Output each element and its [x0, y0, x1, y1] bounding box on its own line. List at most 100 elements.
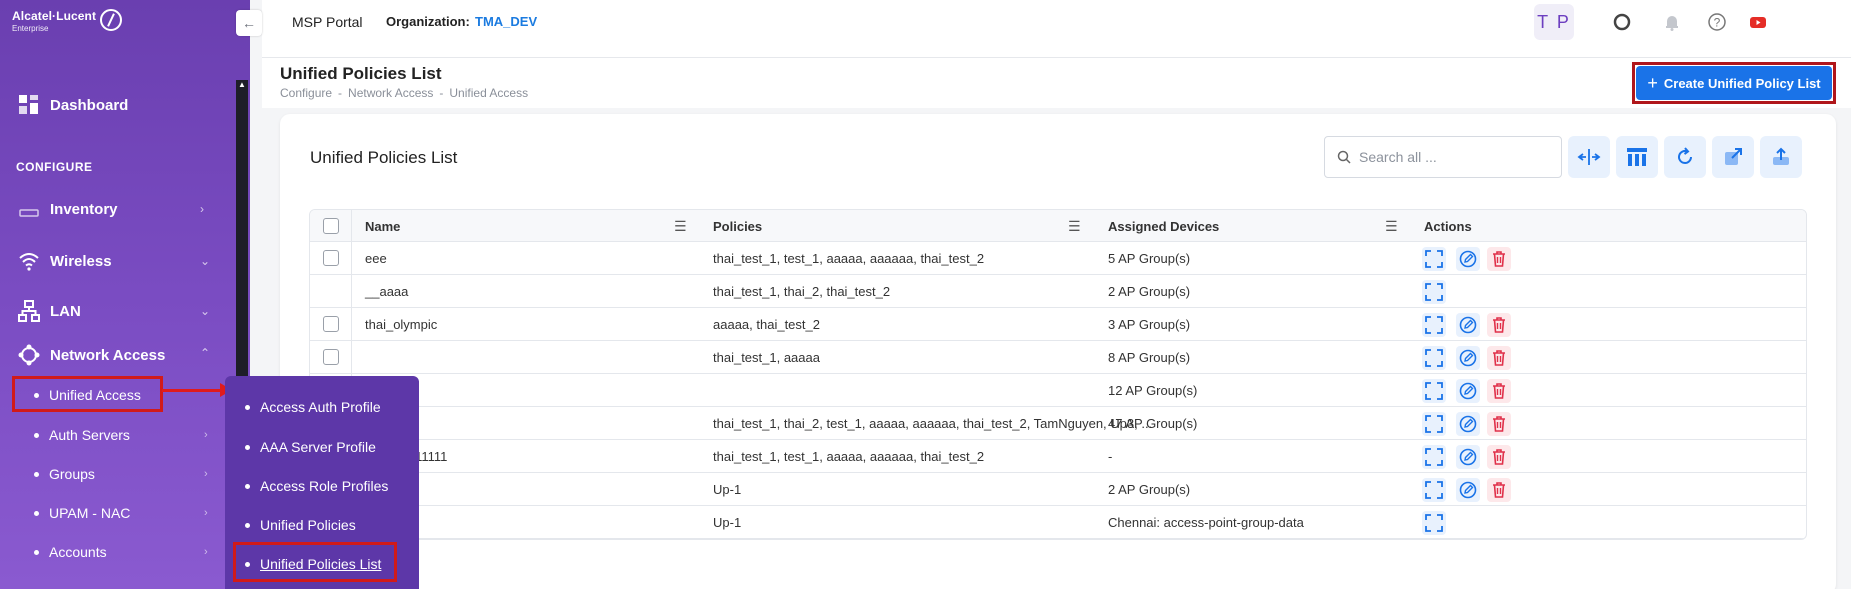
sidebar-subitem-accounts[interactable]: Accounts	[34, 544, 107, 560]
breadcrumb-network-access[interactable]: Network Access	[348, 86, 433, 100]
sidebar-item-network-access[interactable]: Network Access	[18, 344, 165, 366]
scroll-up-icon[interactable]: ▲	[236, 80, 248, 90]
breadcrumb-configure[interactable]: Configure	[280, 86, 332, 100]
view-button[interactable]	[1422, 247, 1446, 271]
sidebar-subitem-groups[interactable]: Groups	[34, 466, 95, 482]
refresh-status-icon[interactable]	[1612, 12, 1632, 32]
delete-button[interactable]	[1487, 478, 1511, 502]
edit-button[interactable]	[1456, 412, 1480, 436]
user-avatar[interactable]: T P	[1534, 4, 1574, 40]
column-menu-icon[interactable]: ☰	[1385, 218, 1398, 235]
edit-button[interactable]	[1456, 313, 1480, 337]
view-button[interactable]	[1422, 511, 1446, 535]
sidebar-item-dashboard[interactable]: Dashboard	[18, 94, 128, 116]
sidebar-item-label: Dashboard	[50, 96, 129, 114]
breadcrumb: Configure - Network Access - Unified Acc…	[280, 86, 528, 100]
edit-button[interactable]	[1456, 247, 1480, 271]
sidebar-subitem-auth-servers[interactable]: Auth Servers	[34, 427, 130, 443]
delete-button[interactable]	[1487, 445, 1511, 469]
checkbox-column	[310, 242, 352, 274]
table-row[interactable]: stUp-12 AP Group(s)	[310, 473, 1806, 506]
breadcrumb-separator: -	[439, 86, 444, 100]
sidebar-item-wireless[interactable]: Wireless	[18, 250, 112, 272]
table-row[interactable]: thai_test_1, aaaaa 8 AP Group(s)	[310, 341, 1806, 374]
bell-icon[interactable]	[1662, 12, 1682, 32]
subitem-label: Accounts	[49, 544, 107, 560]
table-row[interactable]: __aaaa thai_test_1, thai_2, thai_test_2 2 …	[310, 275, 1806, 308]
view-button[interactable]	[1422, 412, 1446, 436]
row-checkbox[interactable]	[323, 316, 339, 332]
edit-button[interactable]	[1456, 445, 1480, 469]
sidebar-subitem-upam-nac[interactable]: UPAM - NAC	[34, 505, 130, 521]
sidebar-item-lan[interactable]: LAN	[18, 300, 81, 322]
cell-name: eee	[365, 251, 387, 266]
cell-name: thai_olympic	[365, 317, 438, 332]
column-header-assigned-devices[interactable]: Assigned Devices	[1108, 219, 1219, 234]
trash-icon	[1493, 251, 1505, 267]
open-external-button[interactable]	[1712, 136, 1754, 178]
table-row[interactable]: eee thai_test_1, test_1, aaaaa, aaaaaa, t…	[310, 242, 1806, 275]
flyout-item-label: Access Auth Profile	[260, 399, 381, 415]
column-menu-icon[interactable]: ☰	[674, 218, 687, 235]
lan-icon	[18, 300, 40, 322]
chevron-down-icon: ⌄	[200, 254, 211, 268]
column-header-name[interactable]: Name	[365, 219, 400, 234]
view-button[interactable]	[1422, 346, 1446, 370]
search-box[interactable]	[1324, 136, 1562, 178]
flyout-item-unified-policies[interactable]: Unified Policies	[245, 517, 356, 533]
delete-button[interactable]	[1487, 346, 1511, 370]
view-button[interactable]	[1422, 280, 1446, 304]
company-logo[interactable]: Alcatel·Lucent Enterprise	[12, 9, 142, 39]
external-link-icon	[1725, 148, 1742, 165]
card-title: Unified Policies List	[310, 148, 458, 167]
view-button[interactable]	[1422, 478, 1446, 502]
expand-view-icon	[1425, 415, 1443, 433]
bullet-icon	[245, 444, 250, 450]
section-label-configure: CONFIGURE	[16, 160, 93, 174]
organization-value[interactable]: TMA_DEV	[475, 14, 537, 29]
fit-columns-button[interactable]	[1568, 136, 1610, 178]
export-button[interactable]	[1760, 136, 1802, 178]
delete-button[interactable]	[1487, 379, 1511, 403]
flyout-item-aaa-server-profile[interactable]: AAA Server Profile	[245, 439, 376, 455]
table-row[interactable]: 444444412 AP Group(s)	[310, 374, 1806, 407]
cell-assigned-devices: 2 AP Group(s)	[1108, 482, 1191, 497]
view-button[interactable]	[1422, 379, 1446, 403]
delete-button[interactable]	[1487, 247, 1511, 271]
delete-button[interactable]	[1487, 313, 1511, 337]
table-row[interactable]: d_testUp-1Chennai: access-point-group-da…	[310, 506, 1806, 539]
search-input[interactable]	[1359, 149, 1539, 165]
row-checkbox[interactable]	[323, 349, 339, 365]
flyout-item-access-auth-profile[interactable]: Access Auth Profile	[245, 399, 381, 415]
network-access-icon	[18, 344, 40, 366]
edit-button[interactable]	[1456, 379, 1480, 403]
delete-button[interactable]	[1487, 412, 1511, 436]
help-icon[interactable]: ?	[1707, 12, 1727, 32]
select-all-checkbox[interactable]	[323, 218, 339, 234]
page-header: Unified Policies List Configure - Networ…	[262, 58, 1851, 108]
column-header-policies[interactable]: Policies	[713, 219, 762, 234]
sidebar-item-label: LAN	[50, 302, 81, 320]
column-settings-button[interactable]	[1616, 136, 1658, 178]
table-row[interactable]: thai_olympic aaaaa, thai_test_2 3 AP Group…	[310, 308, 1806, 341]
refresh-button[interactable]	[1664, 136, 1706, 178]
column-menu-icon[interactable]: ☰	[1068, 218, 1081, 235]
view-button[interactable]	[1422, 445, 1446, 469]
cell-policies: Up-1	[713, 482, 742, 497]
unified-access-flyout-menu: Access Auth Profile AAA Server Profile A…	[225, 376, 419, 589]
youtube-icon[interactable]	[1748, 12, 1768, 32]
collapse-sidebar-button[interactable]: ←	[236, 10, 262, 36]
cell-assigned-devices: 3 AP Group(s)	[1108, 317, 1191, 332]
flyout-item-access-role-profiles[interactable]: Access Role Profiles	[245, 478, 388, 494]
breadcrumb-unified-access[interactable]: Unified Access	[449, 86, 528, 100]
breadcrumb-separator: -	[338, 86, 343, 100]
edit-button[interactable]	[1456, 346, 1480, 370]
cell-policies: thai_test_1, aaaaa	[713, 350, 820, 365]
create-unified-policy-list-button[interactable]: + Create Unified Policy List	[1636, 66, 1832, 100]
table-row[interactable]: 1111111111111thai_test_1, test_1, aaaaa,…	[310, 440, 1806, 473]
view-button[interactable]	[1422, 313, 1446, 337]
edit-button[interactable]	[1456, 478, 1480, 502]
table-row[interactable]: 5555555thai_test_1, thai_2, test_1, aaaa…	[310, 407, 1806, 440]
row-checkbox[interactable]	[323, 250, 339, 266]
sidebar-item-inventory[interactable]: Inventory	[18, 198, 118, 220]
